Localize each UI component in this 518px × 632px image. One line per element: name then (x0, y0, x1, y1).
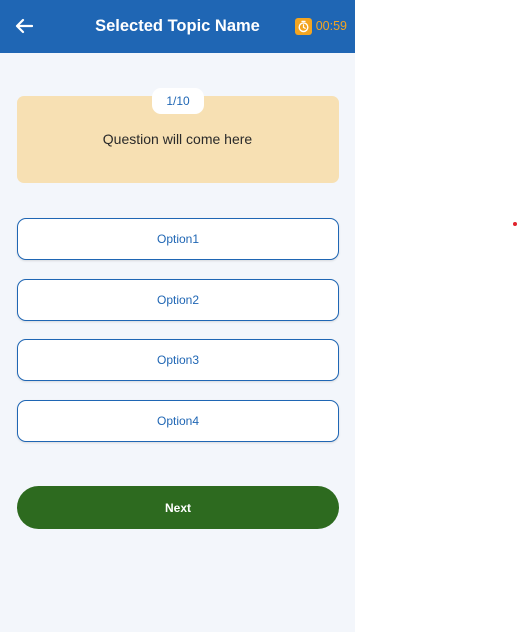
question-text: Question will come here (102, 131, 253, 147)
timer-text: 00:59 (315, 19, 347, 33)
option-2-button[interactable]: Option2 (17, 279, 339, 321)
red-dot-marker (513, 222, 517, 226)
next-button[interactable]: Next (17, 486, 339, 529)
question-counter: 1/10 (152, 88, 204, 114)
option-4-button[interactable]: Option4 (17, 400, 339, 442)
option-3-button[interactable]: Option3 (17, 339, 339, 381)
timer: 00:59 (294, 17, 347, 35)
app-bar: Selected Topic Name 00:59 (0, 0, 355, 53)
back-button[interactable] (13, 15, 35, 37)
arrow-left-icon (15, 18, 33, 34)
quiz-screen: Selected Topic Name 00:59 1/10 Question … (0, 0, 355, 632)
option-1-button[interactable]: Option1 (17, 218, 339, 260)
stopwatch-icon (294, 17, 312, 35)
